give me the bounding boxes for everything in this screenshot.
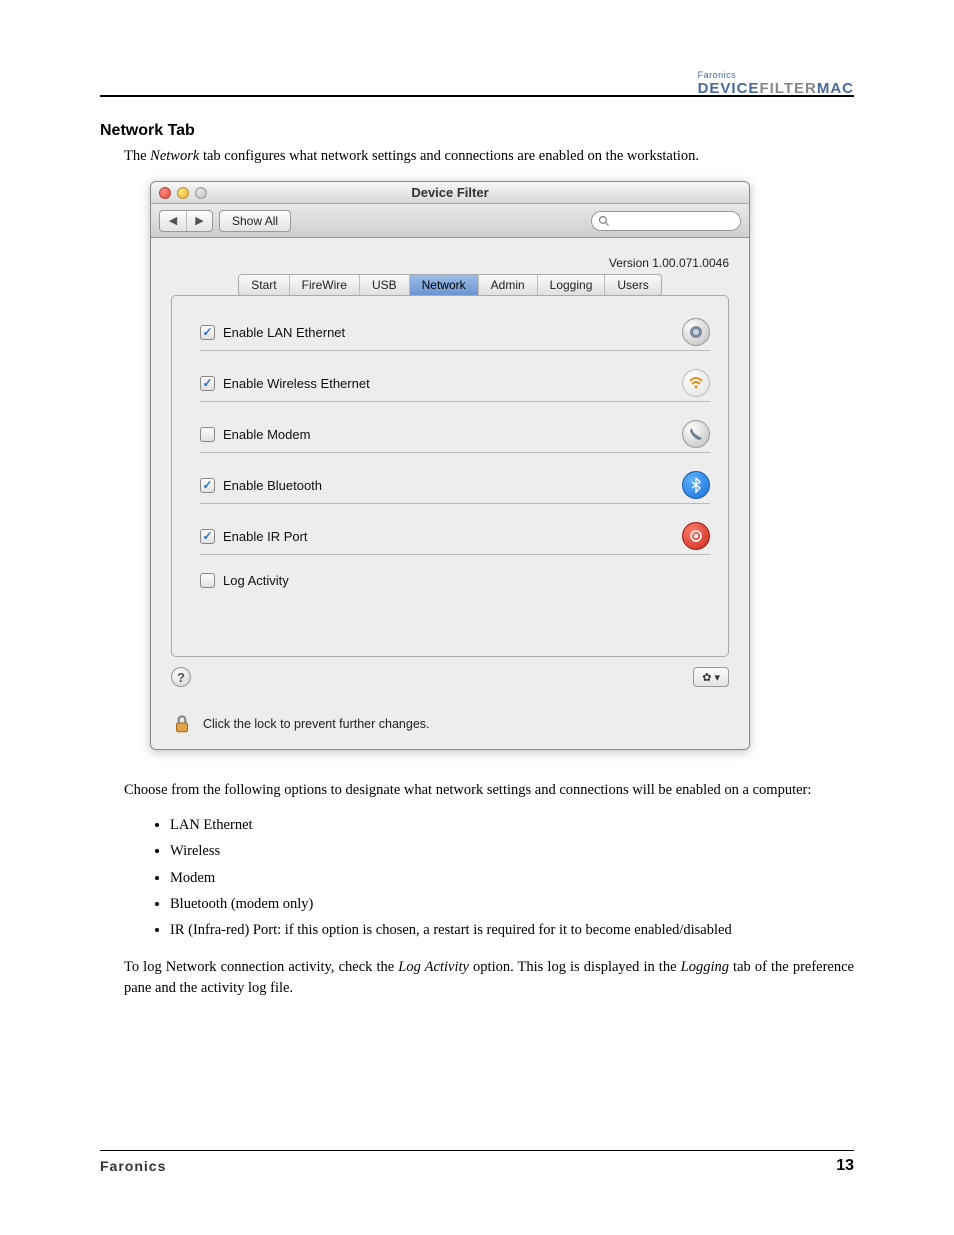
panel-bottom-row: ? ✿ ▾: [171, 667, 729, 687]
prefs-body: Version 1.00.071.0046 Start FireWire USB…: [151, 238, 749, 749]
nav-segment: ◀ ▶: [159, 210, 213, 232]
options-list: LAN Ethernet Wireless Modem Bluetooth (m…: [170, 815, 854, 940]
tab-firewire[interactable]: FireWire: [290, 275, 360, 295]
lock-icon: [171, 713, 193, 735]
paragraph-choose-options: Choose from the following options to des…: [124, 780, 854, 801]
help-button[interactable]: ?: [171, 667, 191, 687]
page-footer: Faronics 13: [100, 1157, 854, 1175]
option-bluetooth: Enable Bluetooth: [200, 467, 710, 504]
label-ir: Enable IR Port: [223, 529, 674, 544]
tab-users[interactable]: Users: [605, 275, 660, 295]
wifi-icon: [682, 369, 710, 397]
screenshot-window: Device Filter ◀ ▶ Show All Version 1.00.…: [150, 181, 750, 750]
version-label: Version 1.00.071.0046: [171, 256, 729, 270]
checkbox-log-activity[interactable]: [200, 573, 215, 588]
checkbox-wireless[interactable]: [200, 376, 215, 391]
window-title: Device Filter: [151, 185, 749, 200]
ethernet-icon: [682, 318, 710, 346]
nav-forward-button[interactable]: ▶: [186, 211, 212, 231]
page-number: 13: [836, 1157, 854, 1175]
checkbox-modem[interactable]: [200, 427, 215, 442]
checkbox-ir[interactable]: [200, 529, 215, 544]
list-item: Bluetooth (modem only): [170, 894, 854, 914]
lock-row[interactable]: Click the lock to prevent further change…: [171, 713, 729, 735]
chevron-down-icon: ▾: [714, 671, 720, 684]
label-lan-ethernet: Enable LAN Ethernet: [223, 325, 674, 340]
list-item: LAN Ethernet: [170, 815, 854, 835]
show-all-button[interactable]: Show All: [219, 210, 291, 232]
label-wireless: Enable Wireless Ethernet: [223, 376, 674, 391]
tab-panel-network: Enable LAN Ethernet Enable Wireless Ethe…: [171, 295, 729, 657]
nav-back-button[interactable]: ◀: [160, 211, 186, 231]
footer-rule: [100, 1150, 854, 1151]
lock-text: Click the lock to prevent further change…: [203, 717, 430, 731]
tab-logging[interactable]: Logging: [538, 275, 606, 295]
tab-bar: Start FireWire USB Network Admin Logging…: [238, 274, 661, 296]
label-bluetooth: Enable Bluetooth: [223, 478, 674, 493]
section-title: Network Tab: [100, 122, 854, 140]
option-ir: Enable IR Port: [200, 518, 710, 555]
search-icon: [598, 215, 610, 227]
header-brand: Faronics DEVICEFILTERMAC: [698, 70, 854, 97]
ir-icon: [682, 522, 710, 550]
tab-start[interactable]: Start: [239, 275, 289, 295]
phone-icon: [682, 420, 710, 448]
checkbox-bluetooth[interactable]: [200, 478, 215, 493]
gear-menu-button[interactable]: ✿ ▾: [693, 667, 729, 687]
window-titlebar: Device Filter: [151, 182, 749, 204]
tab-usb[interactable]: USB: [360, 275, 410, 295]
tab-admin[interactable]: Admin: [479, 275, 538, 295]
label-log-activity: Log Activity: [223, 573, 710, 588]
list-item: IR (Infra-red) Port: if this option is c…: [170, 920, 854, 940]
list-item: Wireless: [170, 841, 854, 861]
option-modem: Enable Modem: [200, 416, 710, 453]
intro-paragraph: The Network tab configures what network …: [124, 146, 854, 167]
gear-icon: ✿: [702, 671, 711, 684]
brand-big: DEVICEFILTERMAC: [698, 80, 854, 97]
footer-brand: Faronics: [100, 1158, 166, 1174]
search-input[interactable]: [591, 211, 741, 231]
list-item: Modem: [170, 868, 854, 888]
window-toolbar: ◀ ▶ Show All: [151, 204, 749, 238]
option-log-activity: Log Activity: [200, 569, 710, 592]
checkbox-lan-ethernet[interactable]: [200, 325, 215, 340]
option-wireless: Enable Wireless Ethernet: [200, 365, 710, 402]
option-lan-ethernet: Enable LAN Ethernet: [200, 314, 710, 351]
tab-network[interactable]: Network: [410, 275, 479, 295]
label-modem: Enable Modem: [223, 427, 674, 442]
paragraph-log-activity: To log Network connection activity, chec…: [124, 957, 854, 999]
bluetooth-icon: [682, 471, 710, 499]
brand-small: Faronics: [698, 70, 854, 80]
